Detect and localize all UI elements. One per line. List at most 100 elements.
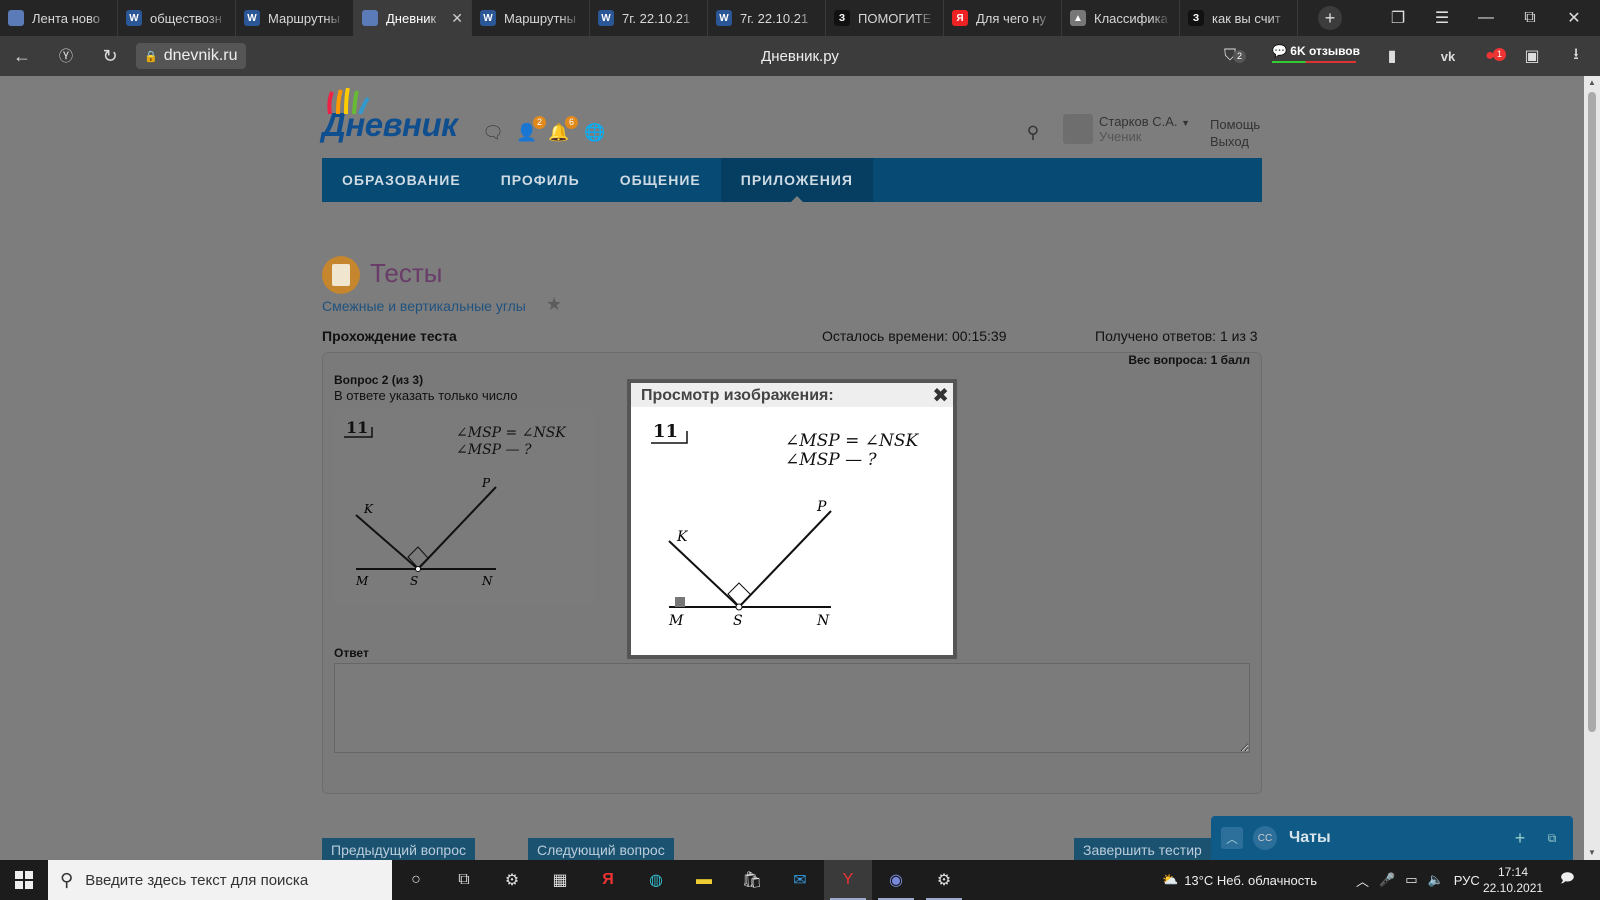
answer-input[interactable] <box>334 663 1250 753</box>
reload-icon[interactable]: ↻ <box>88 36 132 76</box>
browser-tab[interactable]: Дневник ✕ <box>354 0 472 36</box>
cortana-icon[interactable]: ○ <box>392 860 440 900</box>
browser-tab-title: 7г. 22.10.21 <box>622 10 691 26</box>
back-icon[interactable]: ← <box>0 36 44 76</box>
messages-icon[interactable]: 🗨 <box>482 122 504 144</box>
steam-icon[interactable]: ⚙ <box>488 860 536 900</box>
add-icon[interactable]: + <box>1509 827 1531 849</box>
explorer-icon[interactable]: ▬ <box>680 860 728 900</box>
browser-tab-title: Лента ново <box>32 10 100 26</box>
browser-tab[interactable]: Зкак вы счит <box>1180 0 1298 36</box>
nav-item-profile[interactable]: ПРОФИЛЬ <box>481 158 600 202</box>
friends-icon[interactable]: 👤 2 <box>516 116 546 144</box>
dnevnik-hand-icon <box>8 10 24 26</box>
network-icon[interactable]: ▭ <box>1405 872 1417 888</box>
microphone-icon[interactable]: 🎤 <box>1379 872 1395 888</box>
language-indicator[interactable]: РУС <box>1454 873 1480 888</box>
notifications-icon[interactable]: 🔔 6 <box>548 116 578 144</box>
vk-icon[interactable]: vk <box>1436 44 1460 68</box>
svg-text:M: M <box>668 613 684 629</box>
friends-badge: 2 <box>533 116 546 129</box>
discord-icon[interactable]: ◉ <box>872 860 920 900</box>
new-tab-icon[interactable]: + <box>1318 6 1342 30</box>
volume-icon[interactable]: 🔈 <box>1428 872 1444 888</box>
browser-tab[interactable]: Я Для чего ну <box>944 0 1062 36</box>
close-tab-icon[interactable]: ✕ <box>451 10 463 27</box>
svg-text:∠MSP = ∠NSK: ∠MSP = ∠NSK <box>785 431 920 451</box>
extension-icon[interactable]: ● 1 <box>1478 44 1506 68</box>
close-icon[interactable]: ✖ <box>932 383 949 408</box>
external-link-icon[interactable]: ⧉ <box>1541 827 1563 849</box>
browser-tab[interactable]: Wобществозн <box>118 0 236 36</box>
dnevnik-hand-icon <box>362 10 378 26</box>
yandex-icon[interactable]: Я <box>584 860 632 900</box>
help-link[interactable]: Помощь <box>1210 116 1260 133</box>
scroll-up-icon[interactable]: ▲ <box>1584 76 1600 90</box>
collections-icon[interactable]: ▣ <box>1520 44 1544 68</box>
scroll-thumb[interactable] <box>1588 92 1596 732</box>
steam-app-icon[interactable]: ⚙ <box>920 860 968 900</box>
browser-tab[interactable]: W Маршрутны <box>236 0 354 36</box>
mail-icon[interactable]: ✉ <box>776 860 824 900</box>
download-icon[interactable]: ⭳ <box>1564 44 1588 68</box>
yandex-home-icon[interactable]: Ⓨ <box>44 36 88 76</box>
calculator-icon[interactable]: ▦ <box>536 860 584 900</box>
windows-start-icon[interactable] <box>0 860 48 900</box>
menu-icon[interactable]: ☰ <box>1420 0 1464 36</box>
logout-link[interactable]: Выход <box>1210 133 1260 150</box>
globe-icon[interactable]: 🌐 <box>584 122 606 144</box>
nav-item-communication[interactable]: ОБЩЕНИЕ <box>600 158 721 202</box>
edge-icon[interactable]: ◍ <box>632 860 680 900</box>
reviews-button[interactable]: 💬 6K отзывов <box>1272 44 1360 63</box>
store-icon[interactable]: 🛍 <box>728 860 776 900</box>
chat-widget[interactable]: ︿ CC Чаты + ⧉ <box>1211 816 1573 860</box>
task-view-icon[interactable]: ⧉ <box>440 860 488 900</box>
yandex-browser-icon[interactable]: Y <box>824 860 872 900</box>
minimize-icon[interactable]: — <box>1464 0 1508 36</box>
url-field[interactable]: 🔒 dnevnik.ru <box>136 43 246 69</box>
svg-text:N: N <box>816 613 830 629</box>
test-subject-link[interactable]: Смежные и вертикальные углы <box>322 298 526 314</box>
lock-icon: 🔒 <box>144 50 158 63</box>
browser-tab[interactable]: З ПОМОГИТЕ <box>826 0 944 36</box>
browser-tab[interactable]: W 7г. 22.10.21 <box>708 0 826 36</box>
bookmark-icon[interactable]: ▮ <box>1380 44 1404 68</box>
favorite-star-icon[interactable]: ★ <box>546 294 562 315</box>
chevron-up-icon[interactable]: ︿ <box>1356 871 1369 890</box>
word-icon: W <box>716 10 732 26</box>
weather-widget[interactable]: ⛅ 13°C Неб. облачность <box>1162 860 1317 900</box>
next-question-button[interactable]: Следующий вопрос <box>528 838 674 860</box>
question-weight: Вес вопроса: 1 балл <box>1128 353 1250 367</box>
logo-hand-icon <box>327 88 370 114</box>
nav-item-education[interactable]: ОБРАЗОВАНИЕ <box>322 158 481 202</box>
tab-manager-icon[interactable]: ❐ <box>1376 0 1420 36</box>
clock[interactable]: 17:14 22.10.2021 <box>1483 864 1543 896</box>
dnevnik-logo[interactable]: Дневник <box>322 88 458 144</box>
browser-tab[interactable]: Лента ново <box>0 0 118 36</box>
speech-bubble-icon: 💬 <box>1272 44 1287 58</box>
drag-handle-icon <box>675 597 685 607</box>
browser-tab[interactable]: ▲ Классифика <box>1062 0 1180 36</box>
downloads-protect-icon[interactable]: ⛉ 2 <box>1218 44 1246 68</box>
taskbar-search[interactable]: ⚲ Введите здесь текст для поиска <box>48 860 392 900</box>
page-scrollbar[interactable]: ▲ ▼ <box>1584 76 1600 860</box>
system-tray: ︿ 🎤 ▭ 🔈 РУС <box>1356 860 1480 900</box>
notifications-center-icon[interactable]: 🗩 <box>1560 860 1574 900</box>
browser-tab[interactable]: W Маршрутны <box>472 0 590 36</box>
user-menu[interactable]: Старков С.А. ▼ Ученик <box>1063 114 1190 144</box>
browser-tab[interactable]: W 7г. 22.10.21 <box>590 0 708 36</box>
search-icon[interactable]: ⚲ <box>1022 122 1044 144</box>
user-role: Ученик <box>1099 129 1142 144</box>
notifications-badge: 6 <box>565 116 578 129</box>
close-window-icon[interactable]: ✕ <box>1552 0 1596 36</box>
svg-text:M: M <box>355 574 369 588</box>
question-figure-thumbnail[interactable]: 11 ∠MSP = ∠NSK ∠MSP — ? K P M S N <box>334 409 594 603</box>
browser-tab-title: Маршрутны <box>268 10 340 26</box>
chevron-up-icon[interactable]: ︿ <box>1221 827 1243 849</box>
restore-icon[interactable]: ⧉ <box>1508 0 1552 36</box>
prev-question-button[interactable]: Предыдущий вопрос <box>322 838 475 860</box>
finish-test-button[interactable]: Завершить тестир <box>1074 838 1211 860</box>
mountain-icon: ▲ <box>1070 10 1086 26</box>
scroll-down-icon[interactable]: ▼ <box>1584 846 1600 860</box>
nav-item-apps[interactable]: ПРИЛОЖЕНИЯ <box>720 158 873 202</box>
